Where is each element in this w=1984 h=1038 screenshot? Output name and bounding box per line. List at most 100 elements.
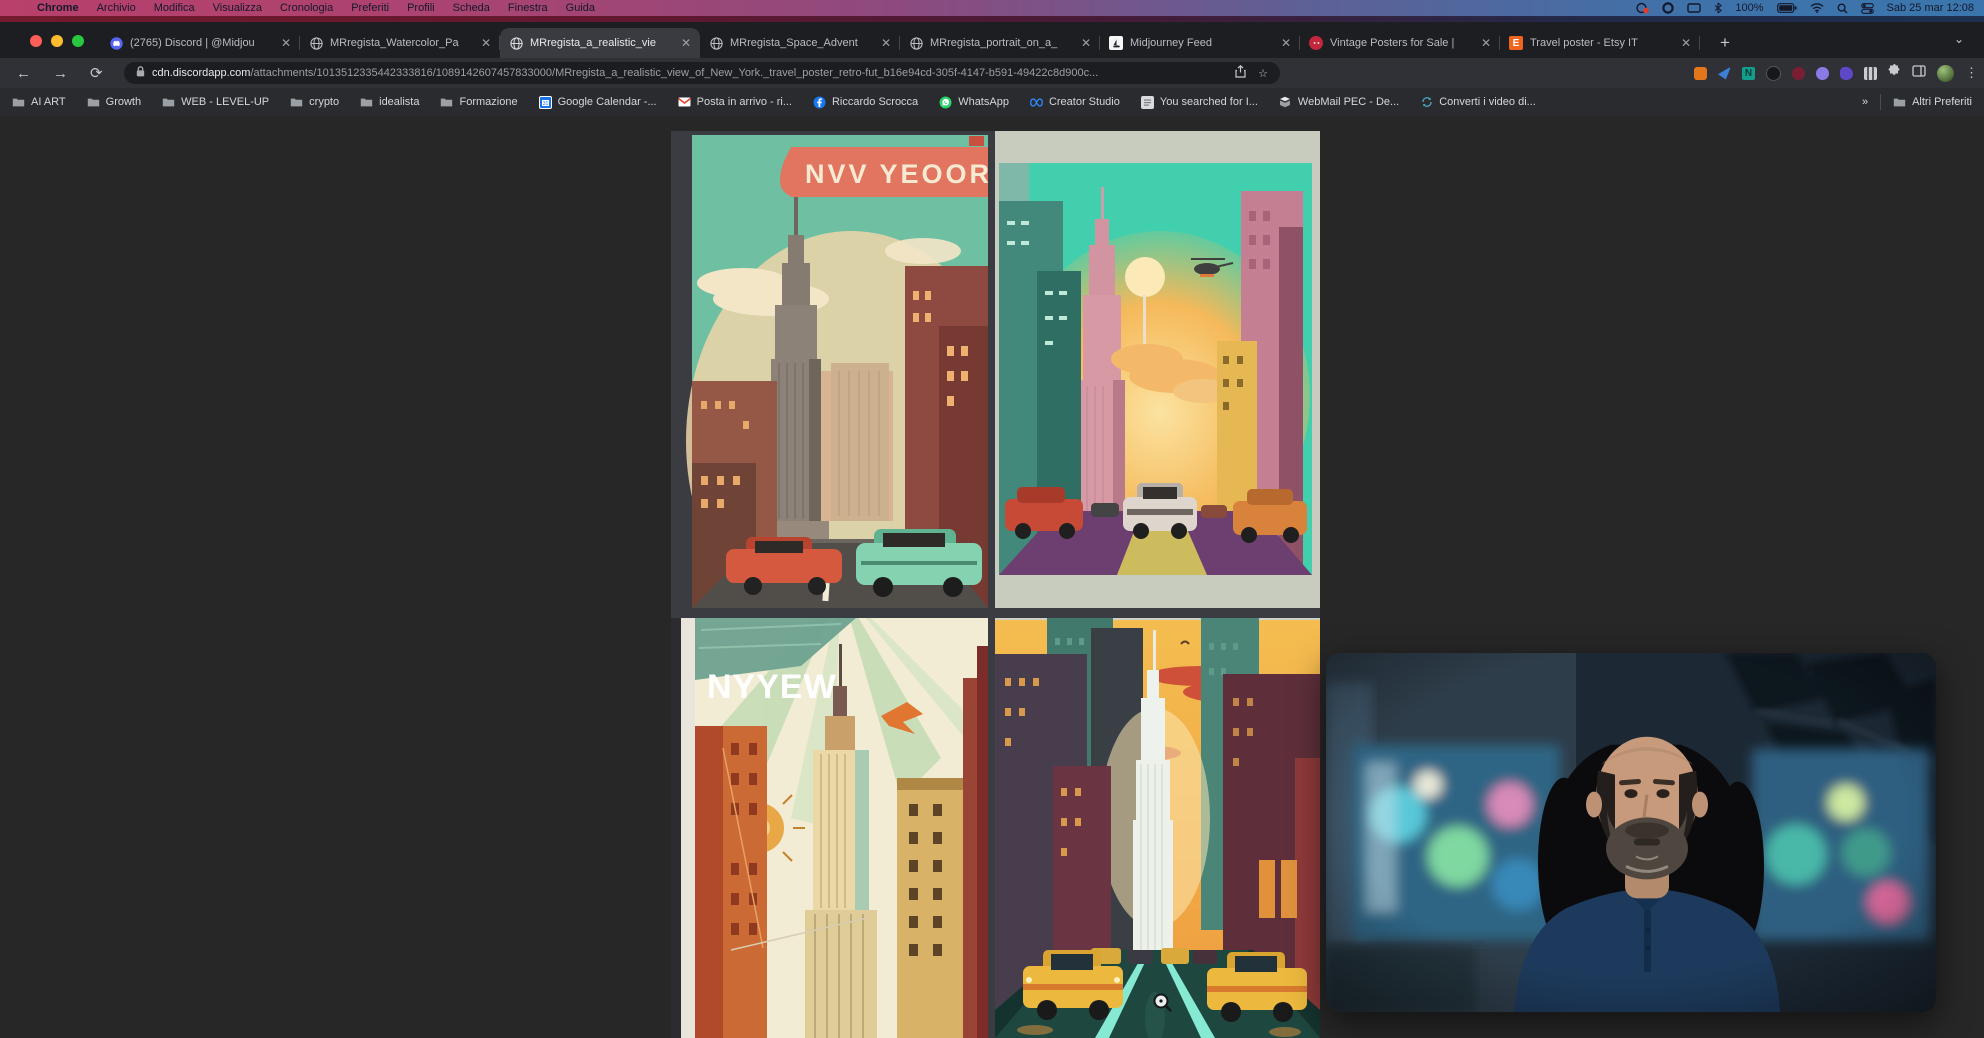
ext-orange-fox-icon[interactable] [1694,67,1707,80]
bookmark-label: crypto [309,96,339,108]
ext-red-key-icon[interactable] [1792,67,1805,80]
tab-watercolor[interactable]: MRregista_Watercolor_Pa ✕ [300,28,500,58]
address-bar[interactable]: cdn.discordapp.com /attachments/10135123… [124,62,1280,84]
tab-close-icon[interactable]: ✕ [281,36,291,50]
bookmark-label: Posta in arrivo - ri... [697,96,792,108]
poster-top-right[interactable] [995,131,1320,608]
menu-item-preferiti[interactable]: Preferiti [342,0,398,16]
midjourney-image-grid[interactable]: NVV YEOORE [671,131,1320,1038]
tab-title: Midjourney Feed [1130,37,1274,49]
menu-item-modifica[interactable]: Modifica [145,0,204,16]
ext-grid-icon[interactable] [1864,67,1877,80]
bookmark-google-calendar[interactable]: 31 Google Calendar -... [539,96,657,109]
webmail-icon [1279,96,1292,109]
share-icon[interactable] [1235,65,1246,81]
tab-search-chevron-icon[interactable]: ⌄ [1954,32,1964,46]
page-icon [1141,96,1154,109]
new-tab-button[interactable]: + [1712,30,1738,56]
reload-button[interactable]: ⟳ [90,64,103,82]
poster-bottom-right[interactable] [995,618,1320,1038]
zoom-cursor [1152,992,1174,1014]
control-center-icon[interactable] [1861,3,1874,14]
bookmark-crypto[interactable]: crypto [290,96,339,109]
ext-blue-feather-icon[interactable] [1718,67,1731,80]
menu-item-archivio[interactable]: Archivio [88,0,145,16]
tab-close-icon[interactable]: ✕ [1081,36,1091,50]
menu-item-visualizza[interactable]: Visualizza [204,0,271,16]
tab-close-icon[interactable]: ✕ [881,36,891,50]
tab-close-icon[interactable]: ✕ [1281,36,1291,50]
bookmark-gmail-inbox[interactable]: Posta in arrivo - ri... [678,96,792,109]
display-icon[interactable] [1687,3,1701,14]
menu-item-guida[interactable]: Guida [557,0,604,16]
screen-recording-icon[interactable] [1636,2,1649,14]
bookmark-ai-art[interactable]: AI ART [12,96,66,109]
tab-close-icon[interactable]: ✕ [1681,36,1691,50]
menu-item-scheda[interactable]: Scheda [444,0,499,16]
folder-icon [440,96,453,109]
bookmark-facebook-profile[interactable]: Riccardo Scrocca [813,96,918,109]
wifi-icon[interactable] [1810,3,1824,13]
tab-discord[interactable]: (2765) Discord | @Midjou ✕ [100,28,300,58]
bookmarks-bar: AI ART Growth WEB - LEVEL-UP crypto idea… [0,88,1984,116]
tab-close-icon[interactable]: ✕ [681,36,691,50]
tab-vintage-posters[interactable]: Vintage Posters for Sale | ✕ [1300,28,1500,58]
bookmark-webmail-pec[interactable]: WebMail PEC - De... [1279,96,1399,109]
forward-button[interactable]: → [53,65,68,82]
extensions-puzzle-icon[interactable] [1888,64,1901,82]
bookmark-whatsapp[interactable]: WhatsApp [939,96,1009,109]
window-zoom-button[interactable] [72,35,84,47]
extensions-area: N ⋮ [1694,58,1978,88]
window-minimize-button[interactable] [51,35,63,47]
tab-space-adventure[interactable]: MRregista_Space_Advent ✕ [700,28,900,58]
menu-item-profili[interactable]: Profili [398,0,444,16]
menu-item-cronologia[interactable]: Cronologia [271,0,342,16]
folder-icon [360,96,373,109]
bookmark-idealista[interactable]: idealista [360,96,419,109]
bookmark-converti-video[interactable]: Converti i video di... [1420,96,1536,109]
menu-item-finestra[interactable]: Finestra [499,0,557,16]
tab-portrait[interactable]: MRregista_portrait_on_a_ ✕ [900,28,1100,58]
back-button[interactable]: ← [16,65,31,82]
tab-close-icon[interactable]: ✕ [481,36,491,50]
ext-purple-circle-icon[interactable] [1816,67,1829,80]
poster-bottom-left[interactable]: NYYEW [671,618,988,1038]
record-circle-icon[interactable] [1662,2,1674,14]
bookmark-other-favorites[interactable]: Altri Preferiti [1893,96,1972,109]
tab-close-icon[interactable]: ✕ [1481,36,1491,50]
bookmark-growth[interactable]: Growth [87,96,141,109]
globe-favicon [909,36,923,50]
tab-etsy[interactable]: E Travel poster - Etsy IT ✕ [1500,28,1700,58]
profile-avatar[interactable] [1937,65,1954,82]
tab-midjourney-feed[interactable]: Midjourney Feed ✕ [1100,28,1300,58]
folder-icon [1893,96,1906,109]
menubar-clock[interactable]: Sab 25 mar 12:08 [1887,2,1974,14]
bookmark-creator-studio[interactable]: Creator Studio [1030,96,1120,109]
bookmarks-overflow-chevron[interactable]: » [1862,96,1868,108]
side-panel-icon[interactable] [1912,64,1926,82]
poster-top-left[interactable]: NVV YEOORE [671,131,988,608]
bookmark-web-level-up[interactable]: WEB - LEVEL-UP [162,96,269,109]
google-calendar-icon: 31 [539,96,552,109]
bookmark-star-icon[interactable]: ☆ [1258,67,1268,80]
bookmark-label: Formazione [459,96,517,108]
menu-item-chrome[interactable]: Chrome [28,0,88,16]
folder-icon [162,96,175,109]
bookmark-label: WebMail PEC - De... [1298,96,1399,108]
folder-icon [290,96,303,109]
window-close-button[interactable] [30,35,42,47]
bookmark-formazione[interactable]: Formazione [440,96,517,109]
chrome-menu-icon[interactable]: ⋮ [1965,65,1978,81]
ext-teal-n-icon[interactable]: N [1742,67,1755,80]
tab-title: MRregista_Watercolor_Pa [330,37,474,49]
ext-black-circle-icon[interactable] [1766,66,1781,81]
bluetooth-icon[interactable] [1714,2,1722,14]
poster-top-right-art [995,131,1320,608]
spotlight-search-icon[interactable] [1837,3,1848,14]
battery-percent-label: 100% [1735,2,1763,14]
poster-tl-title: NVV YEOORE [805,159,988,189]
battery-icon[interactable] [1777,3,1797,13]
bookmark-you-searched[interactable]: You searched for I... [1141,96,1258,109]
ext-purple-blob-icon[interactable] [1840,67,1853,80]
tab-realistic-view-active[interactable]: MRregista_a_realistic_vie ✕ [500,28,700,58]
